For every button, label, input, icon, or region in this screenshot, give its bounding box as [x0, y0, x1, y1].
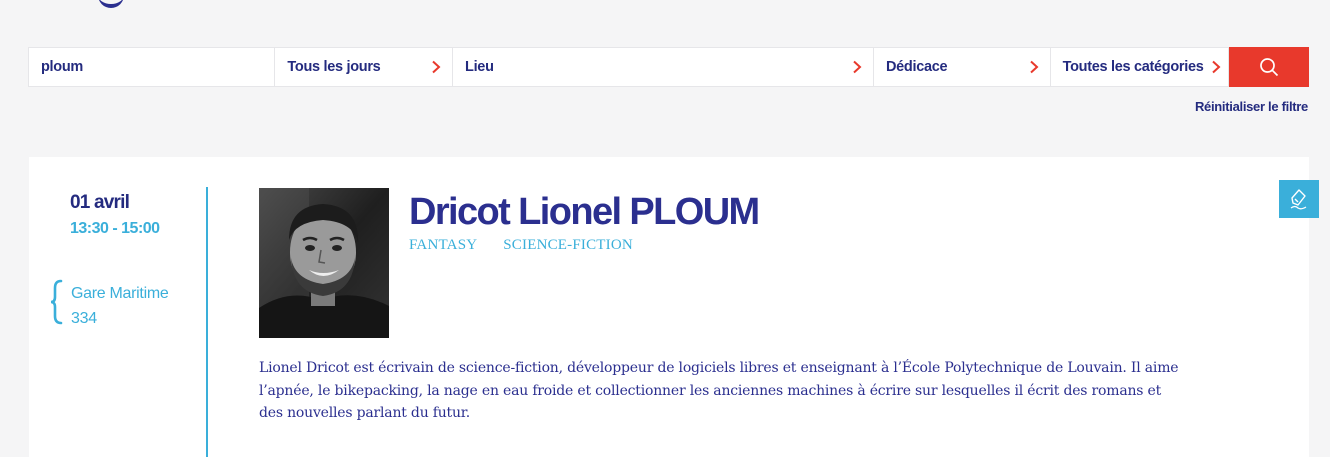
days-filter-label: Tous les jours: [287, 59, 381, 75]
days-filter[interactable]: Tous les jours: [274, 47, 454, 87]
author-name: Dricot Lionel PLOUM: [409, 191, 760, 233]
chevron-right-icon: [1212, 60, 1221, 74]
divider-line: [206, 187, 208, 457]
site-logo-fragment[interactable]: [98, 0, 124, 8]
categories-filter[interactable]: Toutes les catégories: [1049, 47, 1230, 87]
event-location: Gare Maritime 334: [49, 279, 169, 331]
categories-filter-label: Toutes les catégories: [1062, 59, 1204, 75]
author-tags: FANTASY SCIENCE-FICTION: [409, 237, 659, 254]
signature-pen-icon: [1290, 189, 1307, 210]
dedicace-filter[interactable]: Dédicace: [872, 47, 1051, 87]
location-stand: 334: [71, 310, 97, 327]
location-name: Gare Maritime: [71, 285, 169, 302]
search-field[interactable]: [28, 47, 276, 87]
search-button[interactable]: [1229, 47, 1310, 87]
chevron-right-icon: [1029, 60, 1039, 74]
author-photo: [259, 188, 389, 338]
tag-science-fiction[interactable]: SCIENCE-FICTION: [503, 237, 633, 254]
dedicace-filter-label: Dédicace: [885, 59, 948, 75]
chevron-right-icon: [853, 60, 862, 74]
event-date: 01 avril: [70, 192, 130, 213]
event-card: 01 avril 13:30 - 15:00 Gare Maritime 334: [29, 157, 1309, 457]
chevron-right-icon: [432, 60, 441, 74]
event-time: 13:30 - 15:00: [70, 220, 160, 237]
tag-fantasy[interactable]: FANTASY: [409, 237, 477, 254]
search-icon: [1260, 58, 1279, 77]
place-filter-label: Lieu: [465, 59, 494, 75]
search-input[interactable]: [41, 59, 265, 75]
author-bio: Lionel Dricot est écrivain de science-fi…: [259, 360, 1179, 421]
filter-bar: Tous les jours Lieu Dédicace Toutes les …: [28, 47, 1310, 87]
location-brace-icon: [50, 279, 63, 325]
signature-button[interactable]: [1279, 180, 1319, 218]
reset-filter-link[interactable]: Réinitialiser le filtre: [1195, 99, 1308, 114]
event-datetime: 01 avril 13:30 - 15:00: [70, 191, 160, 241]
place-filter[interactable]: Lieu: [452, 47, 874, 87]
